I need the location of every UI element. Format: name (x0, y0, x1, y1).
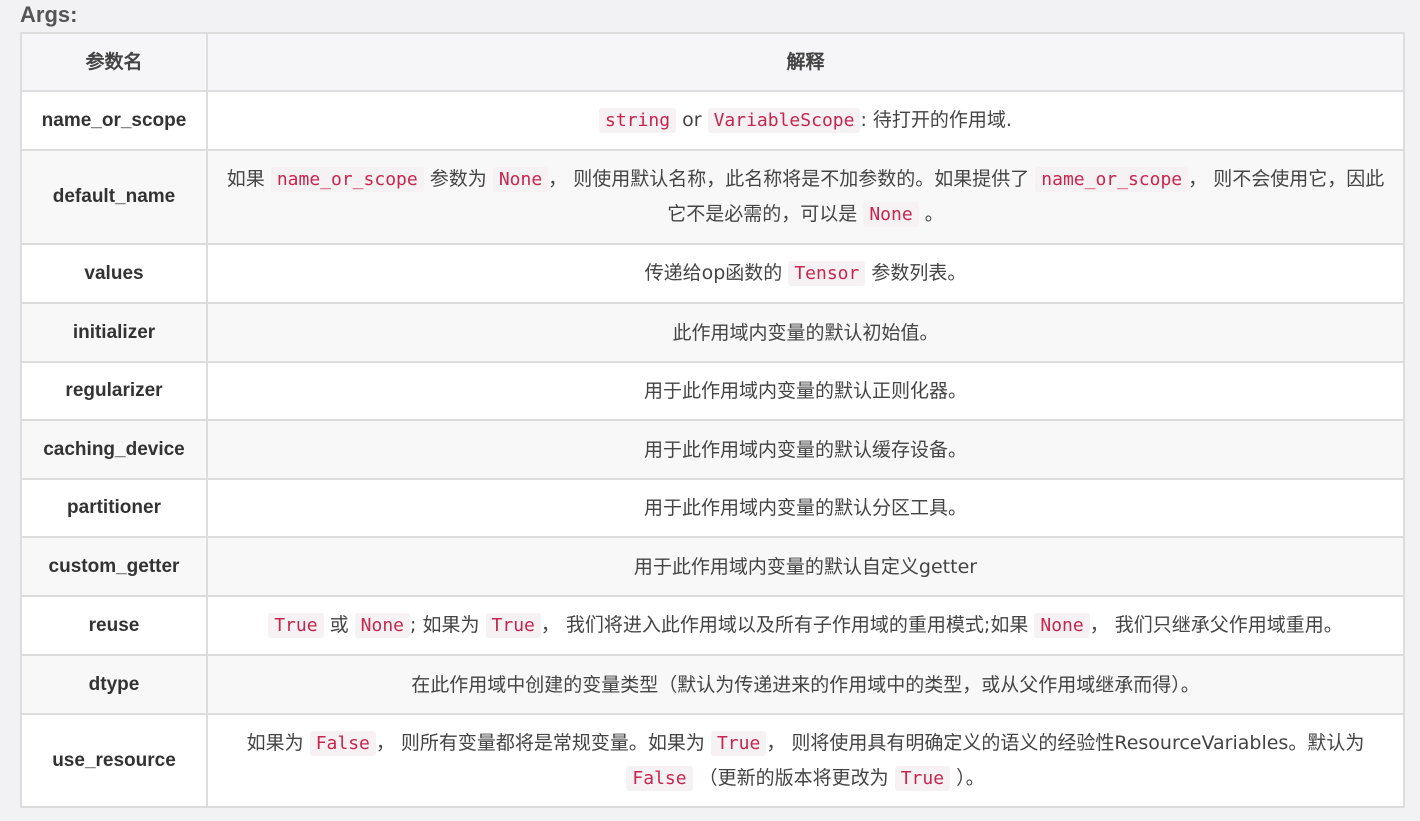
param-description: 如果为 False， 则所有变量都将是常规变量。如果为 True， 则将使用具有… (206, 713, 1405, 808)
description-text: 参数为 (423, 168, 493, 190)
table-row: use_resource 如果为 False， 则所有变量都将是常规变量。如果为… (20, 713, 1405, 808)
param-description: 传递给op函数的 Tensor 参数列表。 (206, 243, 1405, 304)
description-text: （更新的版本将更改为 (692, 766, 895, 789)
param-name: dtype (20, 654, 208, 715)
description-text: 用于此作用域内变量的默认缓存设备。 (643, 438, 967, 461)
description-text: ， 我们将进入此作用域以及所有子作用域的重用模式;如果 (540, 614, 1035, 636)
table-header: 参数名 解释 (20, 32, 1405, 92)
description-text: or (676, 109, 708, 131)
table-row: values 传递给op函数的 Tensor 参数列表。 (20, 243, 1405, 304)
inline-code: VariableScope (707, 108, 861, 133)
description-text: 。 (918, 203, 944, 225)
description-text: ; 如果为 (410, 614, 486, 636)
table-row: partitioner 用于此作用域内变量的默认分区工具。 (20, 478, 1405, 538)
param-name: custom_getter (20, 536, 208, 597)
param-description: True 或 None; 如果为 True， 我们将进入此作用域以及所有子作用域… (206, 595, 1405, 656)
inline-code: string (599, 108, 677, 133)
table-row: reuse True 或 None; 如果为 True， 我们将进入此作用域以及… (20, 595, 1405, 656)
inline-code: True (268, 613, 324, 638)
description-text: ， 则将使用具有明确定义的语义的经验性ResourceVariables。默认为 (766, 731, 1365, 754)
param-name: default_name (20, 149, 208, 245)
inline-code: True (485, 613, 541, 638)
table-row: initializer 此作用域内变量的默认初始值。 (20, 302, 1405, 363)
param-name: reuse (20, 595, 208, 656)
page: Args: 参数名 解释 name_or_scope string or Var… (0, 0, 1420, 821)
table-row: caching_device 用于此作用域内变量的默认缓存设备。 (20, 419, 1405, 480)
description-text: 如果为 (246, 731, 310, 754)
table-row: dtype 在此作用域中创建的变量类型（默认为传递进来的作用域中的类型，或从父作… (20, 654, 1405, 715)
table-row: default_name 如果 name_or_scope 参数为 None， … (20, 149, 1405, 245)
param-description: 如果 name_or_scope 参数为 None， 则使用默认名称，此名称将是… (206, 149, 1405, 245)
table-row: custom_getter 用于此作用域内变量的默认自定义getter (20, 536, 1405, 597)
description-text: ， 我们只继承父作用域重用。 (1089, 614, 1343, 636)
description-text: 用于此作用域内变量的默认正则化器。 (643, 380, 967, 402)
inline-code: None (863, 202, 919, 227)
description-text: 用于此作用域内变量的默认分区工具。 (643, 497, 967, 519)
description-text: 或 (323, 614, 355, 636)
header-explain: 解释 (206, 32, 1405, 92)
inline-code: None (1034, 613, 1090, 638)
description-text: 如果 (226, 168, 271, 190)
param-description: 用于此作用域内变量的默认缓存设备。 (206, 419, 1405, 480)
inline-code: name_or_scope (270, 167, 424, 192)
param-name: values (20, 243, 208, 304)
description-text: : 待打开的作用域. (860, 109, 1012, 131)
inline-code: False (309, 730, 376, 756)
inline-code: False (626, 765, 693, 791)
description-text: 参数列表。 (865, 262, 967, 284)
param-name: partitioner (20, 478, 208, 538)
header-param: 参数名 (20, 32, 208, 92)
inline-code: True (894, 765, 951, 791)
args-table: 参数名 解释 name_or_scope string or VariableS… (20, 32, 1405, 808)
description-text: 在此作用域中创建的变量类型（默认为传递进来的作用域中的类型，或从父作用域继承而得… (411, 673, 1200, 696)
param-description: 用于此作用域内变量的默认自定义getter (206, 536, 1405, 597)
inline-code: name_or_scope (1035, 167, 1189, 192)
description-text: ）。 (950, 766, 985, 789)
param-name: name_or_scope (20, 90, 208, 151)
inline-code: None (492, 167, 549, 192)
param-description: 用于此作用域内变量的默认分区工具。 (206, 478, 1405, 538)
param-description: string or VariableScope: 待打开的作用域. (206, 90, 1405, 151)
description-text: 传递给op函数的 (644, 262, 789, 284)
description-text: 用于此作用域内变量的默认自定义getter (633, 555, 978, 578)
inline-code: None (354, 613, 411, 638)
param-name: regularizer (20, 361, 208, 421)
param-description: 此作用域内变量的默认初始值。 (206, 302, 1405, 363)
description-text: 此作用域内变量的默认初始值。 (672, 321, 939, 344)
description-text: ， 则使用默认名称，此名称将是不加参数的。如果提供了 (548, 168, 1036, 190)
inline-code: True (710, 730, 767, 756)
inline-code: Tensor (788, 261, 866, 286)
table-body: name_or_scope string or VariableScope: 待… (20, 90, 1405, 808)
header-row: 参数名 解释 (20, 32, 1405, 92)
description-text: ， 则所有变量都将是常规变量。如果为 (375, 731, 711, 754)
table-row: name_or_scope string or VariableScope: 待… (20, 90, 1405, 151)
table-row: regularizer 用于此作用域内变量的默认正则化器。 (20, 361, 1405, 421)
section-title: Args: (20, 2, 78, 27)
param-name: initializer (20, 302, 208, 363)
param-name: use_resource (20, 713, 208, 808)
param-description: 用于此作用域内变量的默认正则化器。 (206, 361, 1405, 421)
param-name: caching_device (20, 419, 208, 480)
param-description: 在此作用域中创建的变量类型（默认为传递进来的作用域中的类型，或从父作用域继承而得… (206, 654, 1405, 715)
